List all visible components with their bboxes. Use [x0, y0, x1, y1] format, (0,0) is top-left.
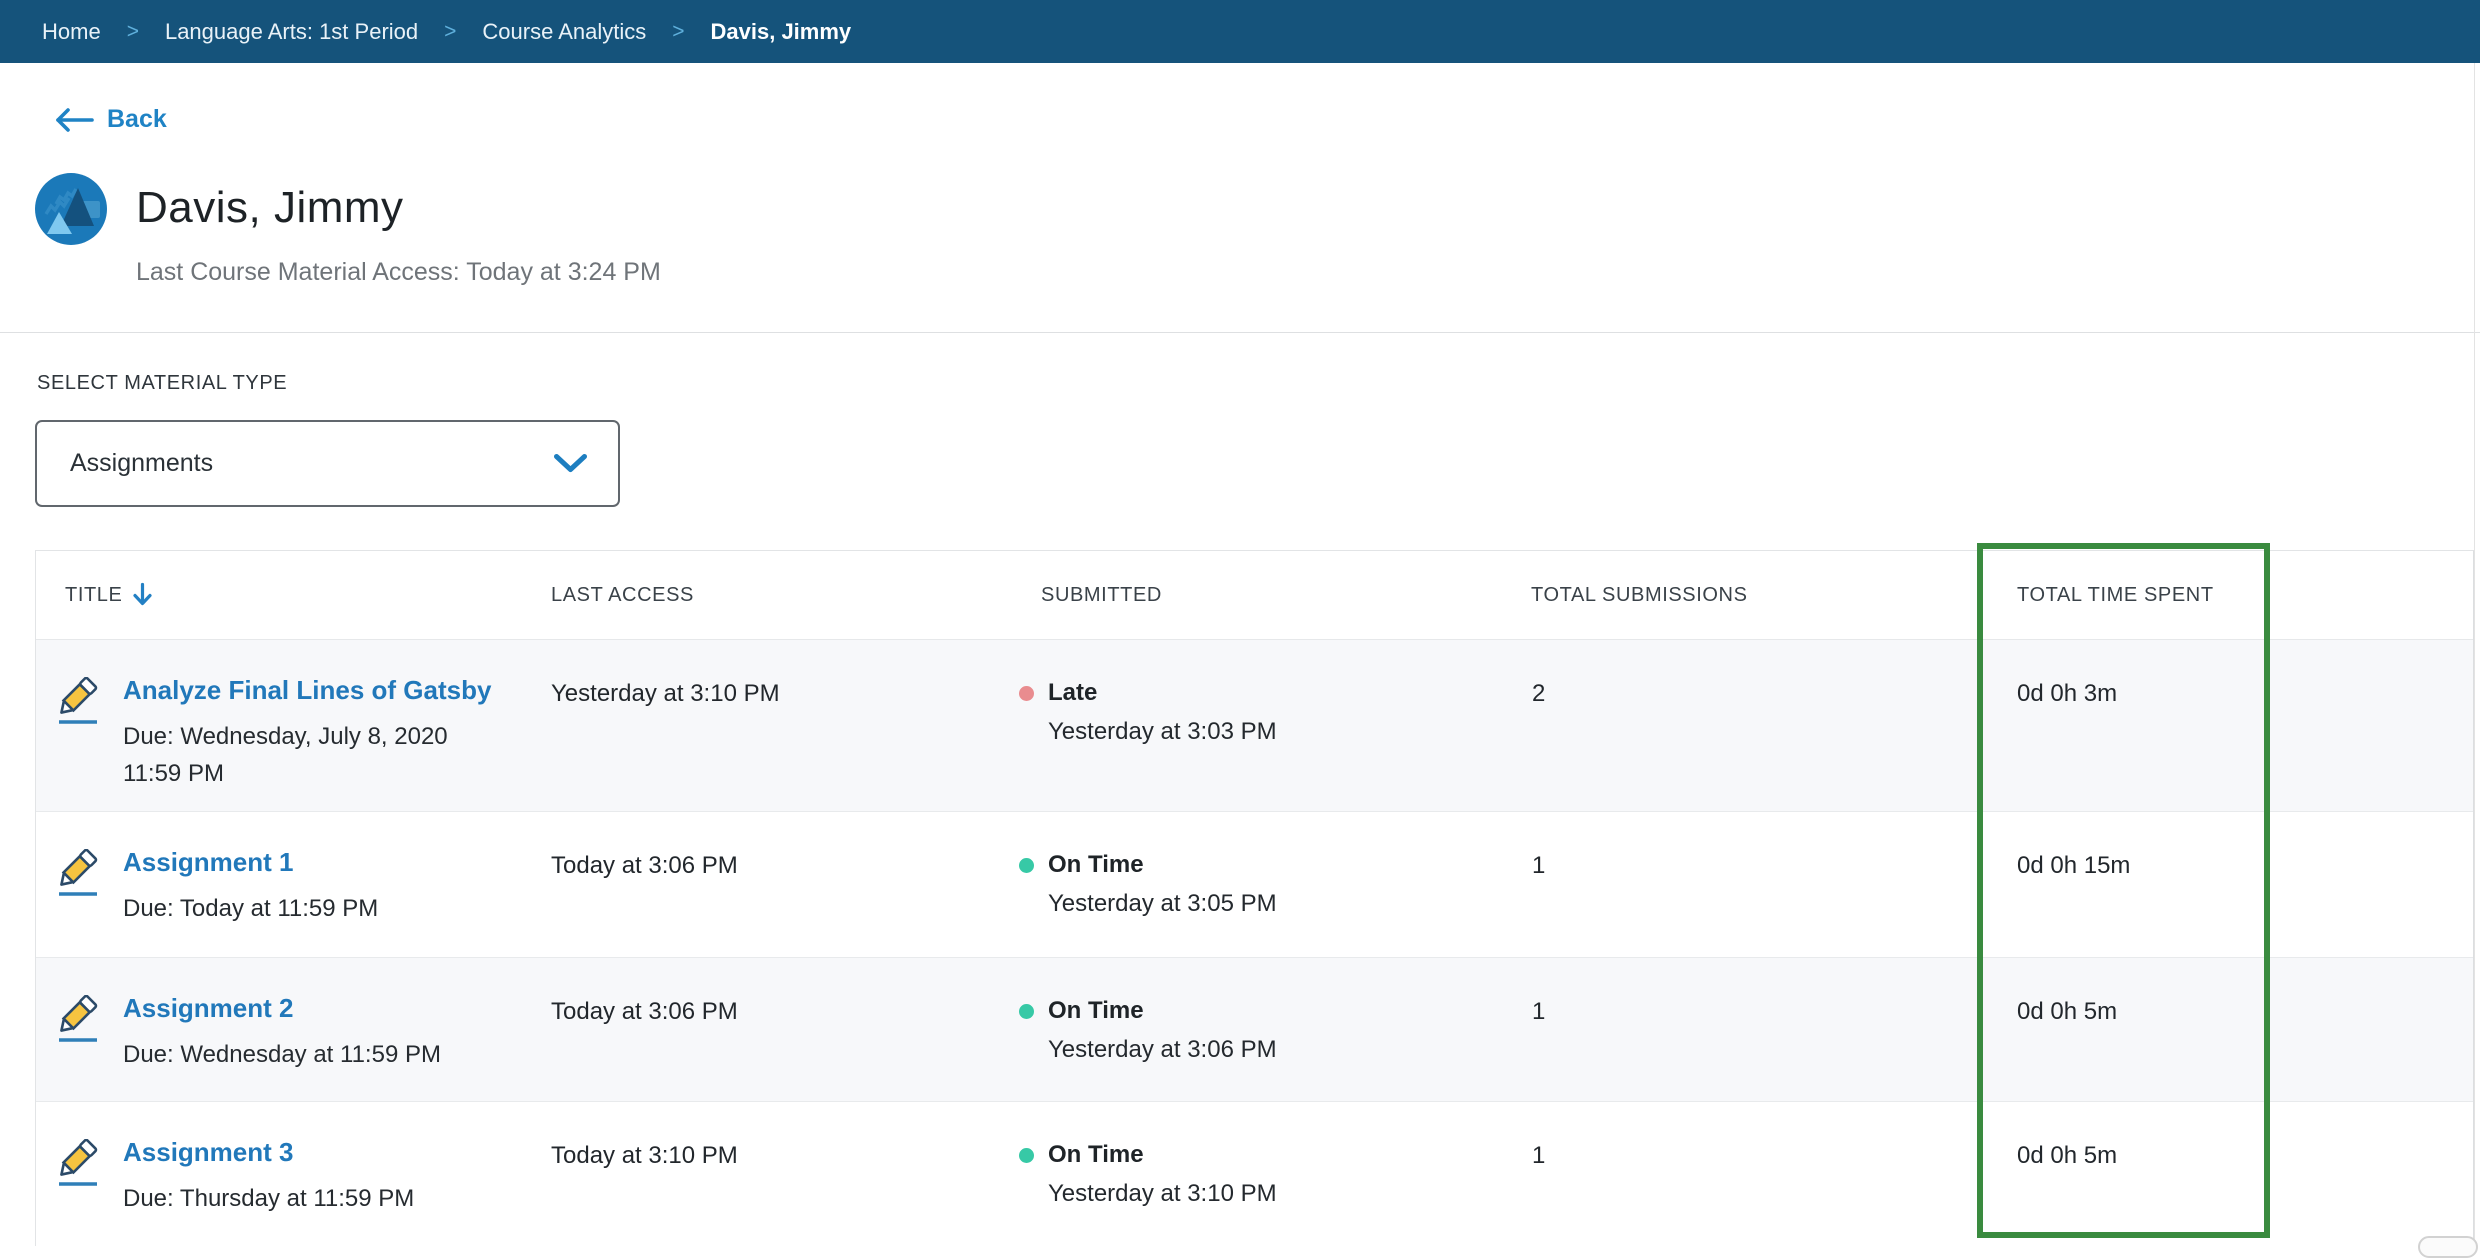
- student-avatar: [34, 172, 108, 246]
- page-title-student-name: Davis, Jimmy: [136, 184, 661, 232]
- submission-time: Yesterday at 3:06 PM: [1048, 1036, 1277, 1064]
- status-dot-on-time: [1019, 1004, 1034, 1019]
- material-type-select[interactable]: Assignments: [35, 420, 620, 507]
- status-dot-late: [1019, 686, 1034, 701]
- status-dot-on-time: [1019, 858, 1034, 873]
- breadcrumb-item-student: Davis, Jimmy: [711, 19, 852, 45]
- back-button[interactable]: Back: [55, 105, 167, 134]
- back-label: Back: [107, 105, 167, 134]
- last-access-value: Today at 3:10 PM: [521, 1102, 1011, 1246]
- last-access-value: Yesterday at 3:10 PM: [521, 640, 1011, 811]
- assignment-title-link[interactable]: Assignment 3: [123, 1136, 294, 1168]
- assignment-pencil-icon: [56, 677, 102, 734]
- table-row: Assignment 3 Due: Thursday at 11:59 PM T…: [36, 1102, 2473, 1246]
- column-header-title[interactable]: TITLE: [36, 551, 521, 639]
- last-access-value: Today at 3:06 PM: [521, 812, 1011, 957]
- total-submissions-value: 2: [1501, 640, 1979, 811]
- back-arrow-icon: [55, 107, 95, 133]
- assignment-due-date: Due: Today at 11:59 PM: [123, 890, 488, 927]
- column-header-last-access[interactable]: LAST ACCESS: [521, 551, 1011, 639]
- assignments-table: TITLE LAST ACCESS SUBMITTED TOTAL SUBMIS…: [35, 550, 2474, 1246]
- submission-status: On Time: [1048, 848, 1277, 882]
- right-edge-divider: [2474, 63, 2475, 1244]
- total-time-spent-value: 0d 0h 5m: [1979, 958, 2271, 1101]
- assignment-pencil-icon: [56, 849, 102, 906]
- assignment-title-link[interactable]: Assignment 1: [123, 846, 294, 878]
- submission-time: Yesterday at 3:03 PM: [1048, 718, 1277, 746]
- submission-status: On Time: [1048, 994, 1277, 1028]
- total-time-spent-value: 0d 0h 5m: [1979, 1102, 2271, 1246]
- table-header-row: TITLE LAST ACCESS SUBMITTED TOTAL SUBMIS…: [36, 551, 2473, 640]
- column-header-total-time-spent[interactable]: TOTAL TIME SPENT: [1979, 551, 2271, 639]
- last-access-value: Today at 3:06 PM: [521, 958, 1011, 1101]
- breadcrumb: Home > Language Arts: 1st Period > Cours…: [0, 0, 2480, 63]
- assignment-pencil-icon: [56, 995, 102, 1052]
- submission-time: Yesterday at 3:05 PM: [1048, 890, 1277, 918]
- status-dot-on-time: [1019, 1148, 1034, 1163]
- breadcrumb-separator: >: [444, 20, 456, 44]
- total-submissions-value: 1: [1501, 958, 1979, 1101]
- bottom-right-widget-peek[interactable]: [2418, 1236, 2478, 1258]
- breadcrumb-item-course-analytics[interactable]: Course Analytics: [482, 19, 646, 45]
- column-header-empty: [2271, 551, 2473, 639]
- assignment-due-date: Due: Wednesday, July 8, 2020 11:59 PM: [123, 718, 488, 792]
- breadcrumb-item-course[interactable]: Language Arts: 1st Period: [165, 19, 418, 45]
- total-submissions-value: 1: [1501, 812, 1979, 957]
- assignment-title-link[interactable]: Analyze Final Lines of Gatsby: [123, 674, 491, 706]
- student-profile-header: Davis, Jimmy Last Course Material Access…: [34, 172, 661, 287]
- column-header-total-submissions[interactable]: TOTAL SUBMISSIONS: [1501, 551, 1979, 639]
- assignment-due-date: Due: Wednesday at 11:59 PM: [123, 1036, 488, 1073]
- total-time-spent-value: 0d 0h 3m: [1979, 640, 2271, 811]
- chevron-down-icon: [553, 453, 588, 474]
- last-course-material-access: Last Course Material Access: Today at 3:…: [136, 258, 661, 287]
- breadcrumb-separator: >: [127, 20, 139, 44]
- material-type-label: SELECT MATERIAL TYPE: [37, 372, 287, 395]
- total-time-spent-value: 0d 0h 15m: [1979, 812, 2271, 957]
- column-header-title-label: TITLE: [65, 584, 122, 607]
- table-row: Assignment 2 Due: Wednesday at 11:59 PM …: [36, 958, 2473, 1102]
- column-header-submitted[interactable]: SUBMITTED: [1011, 551, 1501, 639]
- table-row: Assignment 1 Due: Today at 11:59 PM Toda…: [36, 812, 2473, 958]
- sort-descending-icon: [132, 582, 153, 608]
- total-submissions-value: 1: [1501, 1102, 1979, 1246]
- submission-status: Late: [1048, 676, 1277, 710]
- table-row: Analyze Final Lines of Gatsby Due: Wedne…: [36, 640, 2473, 812]
- submission-status: On Time: [1048, 1138, 1277, 1172]
- breadcrumb-separator: >: [672, 20, 684, 44]
- section-divider: [0, 332, 2480, 333]
- assignment-title-link[interactable]: Assignment 2: [123, 992, 294, 1024]
- submission-time: Yesterday at 3:10 PM: [1048, 1180, 1277, 1208]
- material-type-selected-value: Assignments: [70, 449, 213, 478]
- breadcrumb-item-home[interactable]: Home: [42, 19, 101, 45]
- assignment-due-date: Due: Thursday at 11:59 PM: [123, 1180, 488, 1217]
- assignment-pencil-icon: [56, 1139, 102, 1196]
